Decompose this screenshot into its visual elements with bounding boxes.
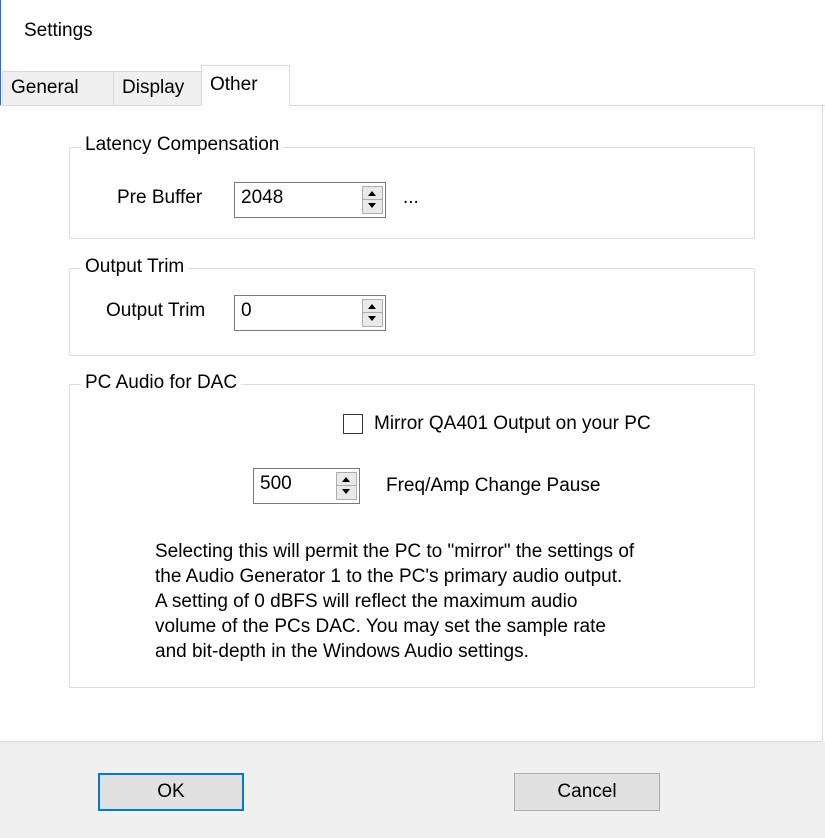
pause-label: Freq/Amp Change Pause (386, 475, 601, 496)
cancel-button[interactable]: Cancel (514, 773, 660, 811)
output-trim-value: 0 (241, 300, 252, 321)
output-trim-label: Output Trim (106, 300, 206, 321)
ok-button[interactable]: OK (98, 773, 244, 811)
pause-spin-buttons (336, 472, 357, 500)
tab-general[interactable]: General (2, 71, 114, 105)
spin-up-icon[interactable] (363, 187, 382, 200)
tab-other[interactable]: Other (201, 65, 290, 106)
output-trim-spin-buttons (362, 299, 383, 327)
tab-other-label: Other (210, 74, 258, 95)
pre-buffer-stepper[interactable]: 2048 (234, 182, 386, 218)
latency-group-title: Latency Compensation (81, 134, 284, 156)
spin-down-icon[interactable] (363, 313, 382, 326)
spin-down-icon[interactable] (363, 200, 382, 213)
spin-up-icon[interactable] (337, 473, 356, 486)
tab-display[interactable]: Display (113, 71, 203, 105)
ellipsis-label: ... (403, 187, 419, 208)
output-trim-group-title: Output Trim (81, 256, 189, 278)
pre-buffer-value: 2048 (241, 187, 284, 208)
pause-stepper[interactable]: 500 (253, 468, 360, 504)
pc-audio-group-title: PC Audio for DAC (81, 372, 242, 394)
pc-audio-description: Selecting this will permit the PC to "mi… (155, 541, 635, 662)
spin-down-icon[interactable] (337, 486, 356, 499)
window-title: Settings (24, 20, 93, 41)
tab-display-label: Display (122, 77, 185, 98)
pre-buffer-label: Pre Buffer (117, 187, 203, 208)
tab-general-label: General (11, 77, 79, 98)
mirror-output-label[interactable]: Mirror QA401 Output on your PC (374, 413, 651, 435)
pre-buffer-spin-buttons (362, 186, 383, 214)
output-trim-stepper[interactable]: 0 (234, 295, 386, 331)
mirror-output-checkbox[interactable] (343, 414, 363, 434)
pause-value: 500 (260, 473, 292, 494)
spin-up-icon[interactable] (363, 300, 382, 313)
